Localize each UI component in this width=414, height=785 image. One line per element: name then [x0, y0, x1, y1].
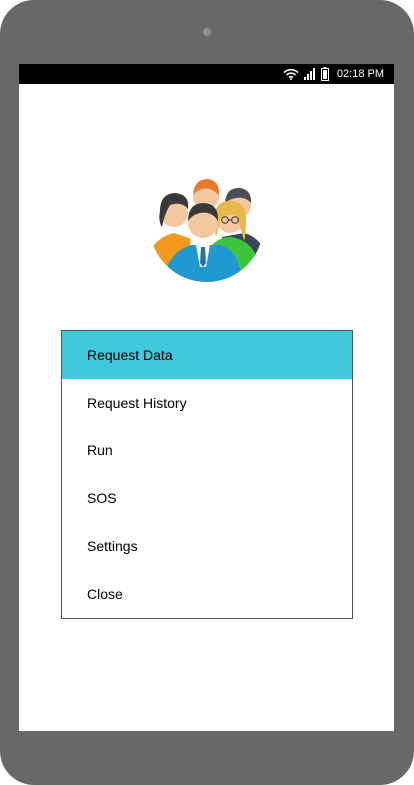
menu-item-request-history[interactable]: Request History [62, 379, 352, 427]
menu-item-request-data[interactable]: Request Data [62, 331, 352, 379]
battery-icon [320, 67, 329, 81]
screen: 02:18 PM Request Data Request History Ru… [19, 64, 394, 731]
menu-item-run[interactable]: Run [62, 427, 352, 475]
menu-item-label: Settings [87, 538, 138, 555]
menu-item-label: Request History [87, 394, 187, 411]
signal-icon [303, 68, 316, 80]
menu-item-close[interactable]: Close [62, 570, 352, 618]
status-bar: 02:18 PM [19, 64, 394, 84]
menu-item-label: SOS [87, 490, 117, 507]
status-icons: 02:18 PM [283, 64, 384, 84]
wifi-icon [283, 68, 299, 80]
device-frame: 02:18 PM Request Data Request History Ru… [0, 0, 414, 785]
menu-list: Request Data Request History Run SOS Set… [61, 330, 353, 619]
menu-item-label: Request Data [87, 346, 173, 363]
menu-item-label: Run [87, 442, 113, 459]
menu-item-label: Close [87, 585, 123, 602]
menu-item-settings[interactable]: Settings [62, 522, 352, 570]
camera-dot [203, 28, 211, 36]
status-time: 02:18 PM [336, 68, 384, 80]
team-avatar-logo [148, 175, 265, 285]
menu-item-sos[interactable]: SOS [62, 474, 352, 522]
